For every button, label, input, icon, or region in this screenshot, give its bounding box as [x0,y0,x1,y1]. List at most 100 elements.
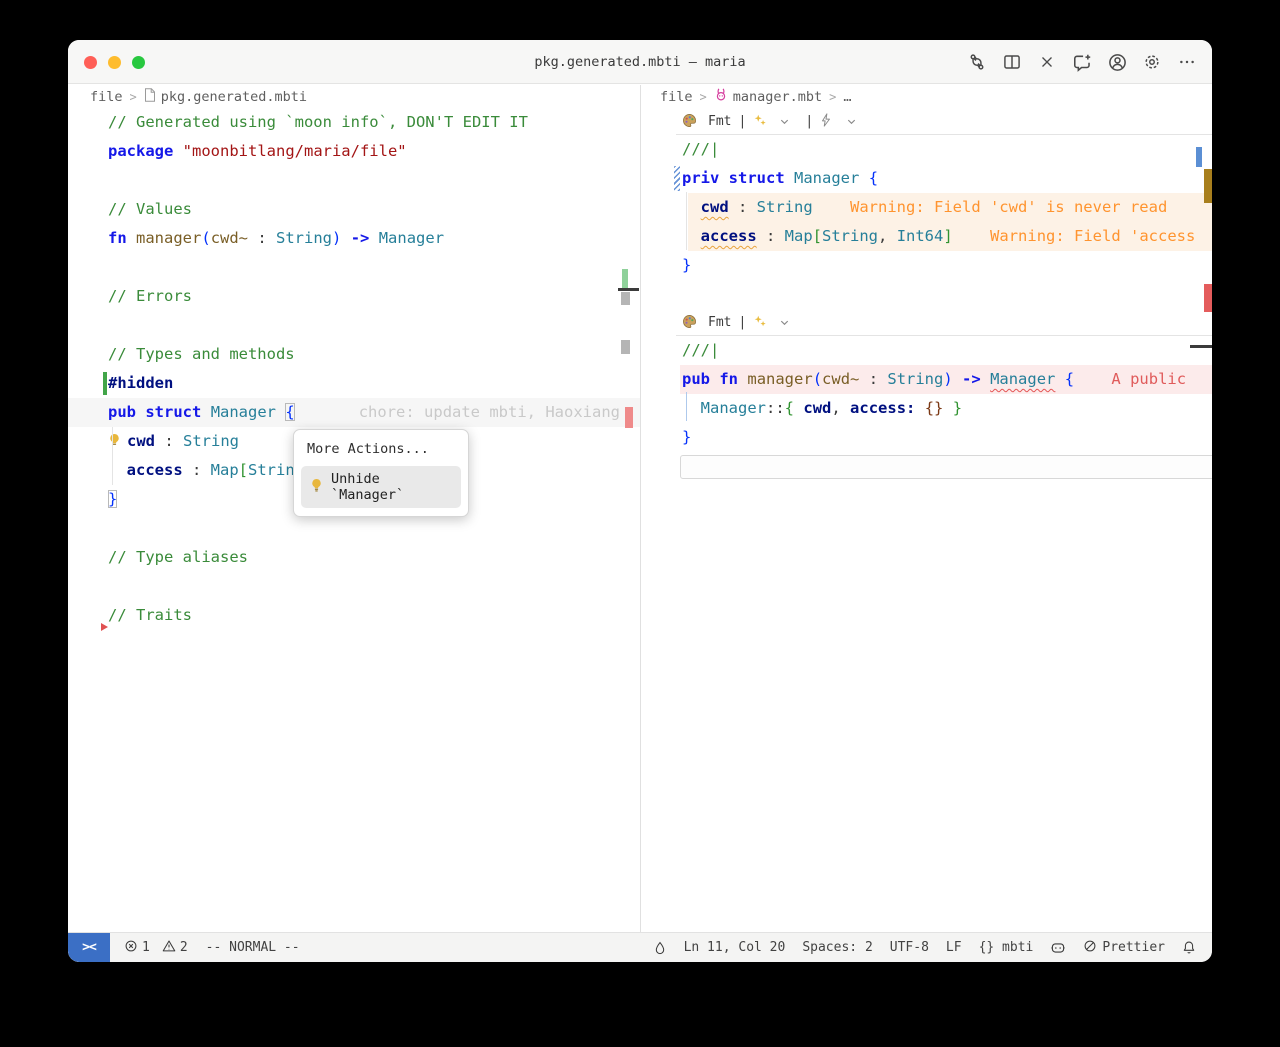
code-token: | [738,114,746,129]
breadcrumb-root[interactable]: file [660,89,693,105]
language-mode[interactable]: {} mbti [979,940,1034,955]
sparkles-icon [753,314,772,330]
code-line[interactable]: access : Map[String, Int64] Warning: Fie… [641,222,1212,251]
popup-item-label: Unhide `Manager` [331,471,452,503]
code-token: package [108,142,173,160]
code-line[interactable]: } [641,423,1212,452]
code-token: ( [813,370,822,388]
breadcrumb-file[interactable]: pkg.generated.mbti [144,88,307,106]
error-icon [124,939,138,957]
overview-error-marker [625,407,633,428]
indentation[interactable]: Spaces: 2 [802,940,872,955]
code-line[interactable]: priv struct Manager { [641,164,1212,193]
breadcrumb-more[interactable]: … [843,89,851,105]
code-line[interactable]: // Generated using `moon info`, DON'T ED… [68,108,640,137]
breadcrumb: file > pkg.generated.mbti [68,85,640,108]
code-token: : [155,432,183,450]
code-line[interactable]: cwd : String Warning: Field 'cwd' is nev… [641,193,1212,222]
error-count: 1 [142,940,150,955]
popup-item-unhide[interactable]: Unhide `Manager` [301,466,461,508]
droplet-icon[interactable] [653,941,667,955]
copilot-icon[interactable] [1050,940,1066,955]
breadcrumb-root[interactable]: file [90,89,123,105]
code-line[interactable]: ///| [641,336,1212,365]
code-token: } [682,256,691,274]
notifications-bell-icon[interactable] [1182,940,1196,955]
overview-cursor-marker [1190,345,1212,348]
problems-indicator[interactable]: 1 2 [124,939,188,957]
code-token [341,229,350,247]
code-line[interactable]: pub fn manager(cwd~ : String) -> Manager… [641,365,1212,394]
breadcrumb-separator: > [130,90,137,104]
popup-header: More Actions... [301,439,461,466]
overview-gray-marker [621,340,630,354]
code-token: Manager [701,399,766,417]
code-token: [ [239,461,248,479]
code-area-right: Fmt| | ///| priv struct Manager { cwd : Str… [641,108,1212,479]
code-token: : [248,229,276,247]
code-line[interactable]: #hidden [68,369,640,398]
breadcrumb-file[interactable]: manager.mbt [714,87,822,106]
code-token: :: [766,399,785,417]
encoding[interactable]: UTF-8 [890,940,929,955]
vim-mode-indicator[interactable]: -- NORMAL -- [206,940,300,955]
split-editor-icon[interactable] [1001,51,1023,73]
remote-indicator[interactable]: >< [68,933,110,962]
code-token [859,169,868,187]
code-token: // Types and methods [108,345,295,363]
overview-warning-marker [1204,169,1212,203]
cursor-position[interactable]: Ln 11, Col 20 [684,940,786,955]
breadcrumb: file > manager.mbt > … [641,85,1212,108]
chevron-down-icon [846,114,865,129]
codelens[interactable]: Fmt|| [641,108,1212,134]
code-line[interactable]: // Type aliases [68,543,640,572]
code-line[interactable]: package "moonbitlang/maria/file" [68,137,640,166]
code-line[interactable]: // Errors [68,282,640,311]
prettier-indicator[interactable]: Prettier [1083,939,1165,957]
code-token: String [757,198,813,216]
breadcrumb-file-label: pkg.generated.mbti [161,89,307,105]
code-token: | [805,114,813,129]
code-line[interactable]: pub struct Manager {chore: update mbti, … [68,398,640,427]
code-token: fn [719,370,738,388]
settings-gear-icon[interactable] [1141,51,1163,73]
code-token [127,229,136,247]
code-token [943,399,952,417]
code-token: // Values [108,200,192,218]
more-actions-icon[interactable] [1176,51,1198,73]
code-token [136,403,145,421]
source-control-graph-icon[interactable] [966,51,988,73]
chevron-down-icon [779,114,798,129]
code-token: Map [785,227,813,245]
code-line[interactable]: } [641,251,1212,280]
code-token: } [953,399,962,417]
account-icon[interactable] [1106,51,1128,73]
code-action-popup: More Actions... Unhide `Manager` [293,429,469,517]
code-token: -> [351,229,370,247]
warning-count: 2 [180,940,188,955]
code-token: { [285,403,294,421]
close-icon[interactable] [1036,51,1058,73]
empty-cell-box[interactable] [680,455,1212,479]
code-token: Int64 [897,227,944,245]
code-line[interactable]: // Types and methods [68,340,640,369]
copilot-chat-icon[interactable] [1071,51,1093,73]
code-token [915,399,924,417]
code-token: String [887,370,943,388]
code-token [173,142,182,160]
breadcrumb-file-label: manager.mbt [733,89,822,105]
prettier-disabled-icon [1083,939,1097,957]
code-line[interactable]: Manager::{ cwd, access: {} } [641,394,1212,423]
code-line[interactable]: // Values [68,195,640,224]
code-line[interactable]: ///| [641,135,1212,164]
gutter-added-marker [103,372,107,395]
code-token: ///| [682,140,719,158]
eol-indicator[interactable]: LF [946,940,962,955]
codelens[interactable]: Fmt| [641,309,1212,335]
code-token: { [1065,370,1074,388]
code-token: // Generated using `moon info`, DON'T ED… [108,113,528,131]
code-token: manager [747,370,812,388]
overview-added-marker [622,269,628,290]
code-line[interactable]: // Traits [68,601,640,630]
code-line[interactable]: fn manager(cwd~ : String) -> Manager [68,224,640,253]
